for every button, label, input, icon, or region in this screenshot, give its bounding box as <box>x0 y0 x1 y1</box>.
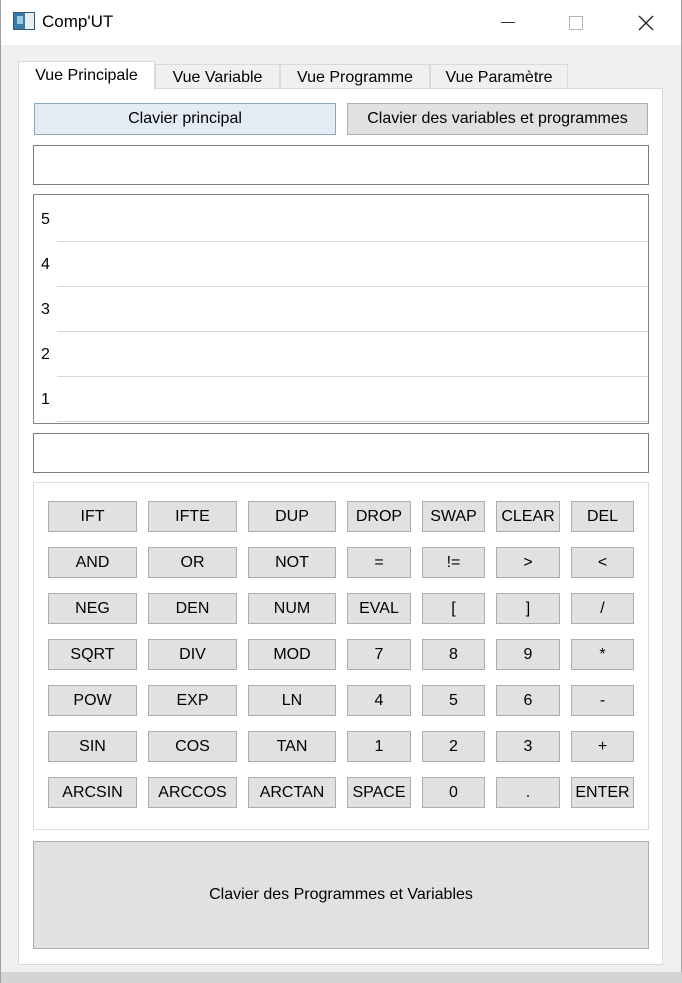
key-tan[interactable]: TAN <box>248 731 336 762</box>
key-9[interactable]: 9 <box>496 639 560 670</box>
tab-vue-principale[interactable]: Vue Principale <box>18 61 155 90</box>
key-or[interactable]: OR <box>148 547 237 578</box>
command-line-input[interactable] <box>33 433 649 473</box>
stack-level: 5 <box>41 210 50 228</box>
key-multiply[interactable]: * <box>571 639 634 670</box>
key-del[interactable]: DEL <box>571 501 634 532</box>
app-window: Comp'UT Vue Principale Vue Variable Vue … <box>0 0 682 983</box>
key-swap[interactable]: SWAP <box>422 501 485 532</box>
stack-display: 5 4 3 2 1 <box>33 194 649 424</box>
key-not-equals[interactable]: != <box>422 547 485 578</box>
key-plus[interactable]: + <box>571 731 634 762</box>
stack-row: 3 <box>34 287 648 332</box>
stack-row: 5 <box>34 197 648 242</box>
key-7[interactable]: 7 <box>347 639 411 670</box>
maximize-icon <box>569 15 583 30</box>
stack-level: 1 <box>41 390 50 408</box>
key-drop[interactable]: DROP <box>347 501 411 532</box>
stack-row: 2 <box>34 332 648 377</box>
key-arctan[interactable]: ARCTAN <box>248 777 336 808</box>
tab-vue-programme[interactable]: Vue Programme <box>280 64 430 90</box>
key-div[interactable]: DIV <box>148 639 237 670</box>
key-equals[interactable]: = <box>347 547 411 578</box>
key-greater[interactable]: > <box>496 547 560 578</box>
key-ln[interactable]: LN <box>248 685 336 716</box>
key-divide[interactable]: / <box>571 593 634 624</box>
key-ifte[interactable]: IFTE <box>148 501 237 532</box>
tab-vue-variable[interactable]: Vue Variable <box>155 64 280 90</box>
key-and[interactable]: AND <box>48 547 137 578</box>
key-den[interactable]: DEN <box>148 593 237 624</box>
key-exp[interactable]: EXP <box>148 685 237 716</box>
key-cos[interactable]: COS <box>148 731 237 762</box>
key-neg[interactable]: NEG <box>48 593 137 624</box>
key-dot[interactable]: . <box>496 777 560 808</box>
close-button[interactable] <box>623 0 669 45</box>
minimize-icon <box>501 22 515 23</box>
stack-value <box>57 197 648 242</box>
key-space[interactable]: SPACE <box>347 777 411 808</box>
stack-value <box>57 332 648 377</box>
stack-value <box>57 377 648 422</box>
key-less[interactable]: < <box>571 547 634 578</box>
maximize-button[interactable] <box>553 0 599 45</box>
stack-level: 2 <box>41 345 50 363</box>
minimize-button[interactable] <box>485 0 531 45</box>
key-8[interactable]: 8 <box>422 639 485 670</box>
key-0[interactable]: 0 <box>422 777 485 808</box>
key-pow[interactable]: POW <box>48 685 137 716</box>
key-eval[interactable]: EVAL <box>347 593 411 624</box>
key-ift[interactable]: IFT <box>48 501 137 532</box>
title-bar: Comp'UT <box>1 0 681 45</box>
message-field[interactable] <box>33 145 649 185</box>
key-arcsin[interactable]: ARCSIN <box>48 777 137 808</box>
main-keyboard-button[interactable]: Clavier principal <box>34 103 336 135</box>
stack-row: 1 <box>34 377 648 422</box>
stack-level: 4 <box>41 255 50 273</box>
key-2[interactable]: 2 <box>422 731 485 762</box>
key-sin[interactable]: SIN <box>48 731 137 762</box>
key-5[interactable]: 5 <box>422 685 485 716</box>
key-mod[interactable]: MOD <box>248 639 336 670</box>
key-4[interactable]: 4 <box>347 685 411 716</box>
key-dup[interactable]: DUP <box>248 501 336 532</box>
stack-value <box>57 242 648 287</box>
key-3[interactable]: 3 <box>496 731 560 762</box>
key-1[interactable]: 1 <box>347 731 411 762</box>
key-num[interactable]: NUM <box>248 593 336 624</box>
stack-value <box>57 287 648 332</box>
close-icon <box>638 15 654 30</box>
key-open-bracket[interactable]: [ <box>422 593 485 624</box>
window-title: Comp'UT <box>42 12 114 31</box>
key-6[interactable]: 6 <box>496 685 560 716</box>
variables-keyboard-button[interactable]: Clavier des variables et programmes <box>347 103 648 135</box>
key-minus[interactable]: - <box>571 685 634 716</box>
stack-row: 4 <box>34 242 648 287</box>
key-arccos[interactable]: ARCCOS <box>148 777 237 808</box>
bottom-edge <box>1 972 682 983</box>
stack-level: 3 <box>41 300 50 318</box>
key-clear[interactable]: CLEAR <box>496 501 560 532</box>
key-not[interactable]: NOT <box>248 547 336 578</box>
programs-variables-keyboard-button[interactable]: Clavier des Programmes et Variables <box>33 841 649 949</box>
tab-vue-parametre[interactable]: Vue Paramètre <box>430 64 568 90</box>
app-icon <box>13 12 35 30</box>
key-close-bracket[interactable]: ] <box>496 593 560 624</box>
key-sqrt[interactable]: SQRT <box>48 639 137 670</box>
key-enter[interactable]: ENTER <box>571 777 634 808</box>
